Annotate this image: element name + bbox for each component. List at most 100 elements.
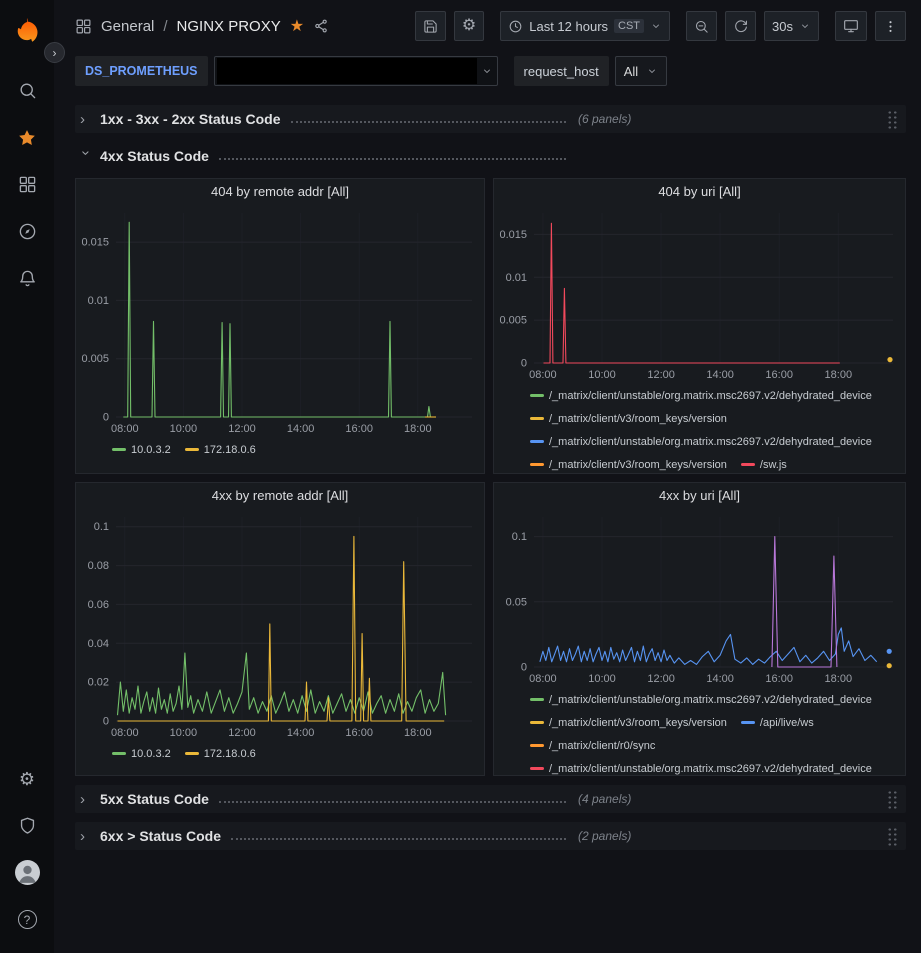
top-navbar: General / NGINX PROXY ★ ⚙: [54, 0, 921, 52]
datasource-variable-select[interactable]: [214, 56, 498, 86]
row-6xx[interactable]: › 6xx > Status Code (2 panels): [75, 822, 906, 850]
legend-series-swatch: [530, 744, 544, 747]
legend-item[interactable]: /_matrix/client/v3/room_keys/version: [530, 410, 727, 427]
legend-series-label: 172.18.0.6: [204, 748, 256, 760]
chevron-right-icon: ›: [80, 791, 92, 808]
legend-item[interactable]: /_matrix/client/unstable/org.matrix.msc2…: [530, 433, 872, 450]
sidebar-item-starred[interactable]: [0, 114, 54, 161]
legend-series-swatch: [185, 752, 199, 755]
chevron-down-icon: ›: [78, 150, 95, 162]
dashboard-grid-icon[interactable]: [75, 18, 92, 35]
row-panel-count: (4 panels): [578, 792, 631, 806]
legend-series-swatch: [530, 463, 544, 466]
breadcrumb-dashboard-title[interactable]: NGINX PROXY: [177, 18, 281, 35]
svg-text:16:00: 16:00: [765, 369, 793, 381]
legend-item[interactable]: /_matrix/client/unstable/org.matrix.msc2…: [530, 760, 872, 775]
svg-text:10:00: 10:00: [588, 673, 616, 685]
kebab-menu-icon: [883, 19, 898, 34]
save-dashboard-button[interactable]: [415, 11, 446, 41]
row-drag-handle[interactable]: [887, 110, 898, 129]
sidebar-item-alerting[interactable]: [0, 255, 54, 302]
chevron-right-icon: ›: [80, 111, 92, 128]
svg-text:14:00: 14:00: [706, 369, 734, 381]
favorite-star-icon[interactable]: ★: [290, 16, 304, 36]
panel-title[interactable]: 404 by remote addr [All]: [76, 179, 484, 205]
chevron-right-icon: ›: [80, 828, 92, 845]
legend-series-swatch: [530, 394, 544, 397]
panel-title[interactable]: 404 by uri [All]: [494, 179, 905, 205]
help-icon: ?: [18, 910, 37, 929]
svg-text:16:00: 16:00: [765, 673, 793, 685]
panel-title[interactable]: 4xx by uri [All]: [494, 483, 905, 509]
legend-series-label: 10.0.3.2: [131, 748, 171, 760]
legend-series-swatch: [530, 440, 544, 443]
time-series-chart[interactable]: 00.020.040.060.080.108:0010:0012:0014:00…: [76, 509, 484, 741]
time-series-chart[interactable]: 00.0050.010.01508:0010:0012:0014:0016:00…: [494, 205, 905, 383]
sidebar-expand-toggle[interactable]: ›: [44, 42, 65, 63]
share-icon[interactable]: [313, 18, 329, 34]
variables-bar: DS_PROMETHEUS request_host All: [54, 52, 921, 96]
legend-item[interactable]: 10.0.3.2: [112, 441, 171, 458]
legend-series-label: /_matrix/client/r0/sync: [549, 740, 655, 752]
time-series-chart[interactable]: 00.050.108:0010:0012:0014:0016:0018:00: [494, 509, 905, 687]
legend-item[interactable]: /sw.js: [741, 456, 787, 473]
panel-legend: 10.0.3.2 172.18.0.6: [76, 741, 484, 775]
panel-title[interactable]: 4xx by remote addr [All]: [76, 483, 484, 509]
zoom-out-time-button[interactable]: [686, 11, 717, 41]
dashboard-settings-button[interactable]: ⚙: [454, 11, 484, 41]
legend-item[interactable]: 172.18.0.6: [185, 441, 256, 458]
svg-text:0.1: 0.1: [512, 531, 527, 543]
row-1xx-3xx-2xx[interactable]: › 1xx - 3xx - 2xx Status Code (6 panels): [75, 105, 906, 133]
legend-series-label: /_matrix/client/v3/room_keys/version: [549, 459, 727, 471]
tv-view-button[interactable]: [835, 11, 867, 41]
svg-text:18:00: 18:00: [404, 423, 432, 435]
sidebar-item-server-admin[interactable]: [0, 802, 54, 849]
refresh-button[interactable]: [725, 11, 756, 41]
breadcrumb-separator: /: [163, 18, 167, 35]
row-4xx[interactable]: › 4xx Status Code: [75, 142, 906, 170]
refresh-interval-dropdown[interactable]: 30s: [764, 11, 819, 41]
sidebar-item-profile[interactable]: [0, 849, 54, 896]
sidebar-item-explore[interactable]: [0, 208, 54, 255]
legend-series-swatch: [112, 752, 126, 755]
sidebar-item-dashboards[interactable]: [0, 161, 54, 208]
more-options-button[interactable]: [875, 11, 906, 41]
svg-text:16:00: 16:00: [345, 727, 373, 739]
search-icon: [18, 81, 37, 100]
svg-text:12:00: 12:00: [228, 727, 256, 739]
sidebar-item-configuration[interactable]: ⚙: [0, 755, 54, 802]
legend-series-label: /_matrix/client/unstable/org.matrix.msc2…: [549, 390, 872, 402]
time-series-chart[interactable]: 00.0050.010.01508:0010:0012:0014:0016:00…: [76, 205, 484, 437]
row-title: 4xx Status Code: [100, 148, 209, 164]
legend-item[interactable]: 10.0.3.2: [112, 745, 171, 762]
breadcrumb-folder[interactable]: General: [101, 18, 154, 35]
panel-404-by-remote-addr: 404 by remote addr [All] 00.0050.010.015…: [75, 178, 485, 474]
legend-series-label: 10.0.3.2: [131, 444, 171, 456]
row-drag-handle[interactable]: [887, 827, 898, 846]
legend-item[interactable]: /_matrix/client/unstable/org.matrix.msc2…: [530, 691, 872, 708]
bell-icon: [18, 269, 37, 288]
chevron-down-icon: [799, 20, 811, 32]
svg-text:0.015: 0.015: [499, 229, 527, 241]
legend-item[interactable]: /api/live/ws: [741, 714, 814, 731]
svg-text:0.08: 0.08: [88, 560, 109, 572]
legend-item[interactable]: /_matrix/client/unstable/org.matrix.msc2…: [530, 387, 872, 404]
legend-item[interactable]: /_matrix/client/v3/room_keys/version: [530, 714, 727, 731]
svg-text:0: 0: [521, 662, 527, 674]
time-range-picker[interactable]: Last 12 hours CST: [500, 11, 670, 41]
legend-item[interactable]: /_matrix/client/r0/sync: [530, 737, 655, 754]
legend-series-label: /_matrix/client/unstable/org.matrix.msc2…: [549, 763, 872, 775]
datasource-variable-label[interactable]: DS_PROMETHEUS: [75, 56, 208, 86]
svg-text:18:00: 18:00: [404, 727, 432, 739]
sidebar-item-search[interactable]: [0, 67, 54, 114]
panel-legend: 10.0.3.2 172.18.0.6: [76, 437, 484, 473]
request-host-variable-label[interactable]: request_host: [514, 56, 609, 86]
person-icon: [15, 860, 40, 885]
save-icon: [423, 19, 438, 34]
request-host-variable-select[interactable]: All: [615, 56, 667, 86]
legend-item[interactable]: 172.18.0.6: [185, 745, 256, 762]
legend-item[interactable]: /_matrix/client/v3/room_keys/version: [530, 456, 727, 473]
row-drag-handle[interactable]: [887, 790, 898, 809]
sidebar-item-help[interactable]: ?: [0, 896, 54, 943]
row-5xx[interactable]: › 5xx Status Code (4 panels): [75, 785, 906, 813]
